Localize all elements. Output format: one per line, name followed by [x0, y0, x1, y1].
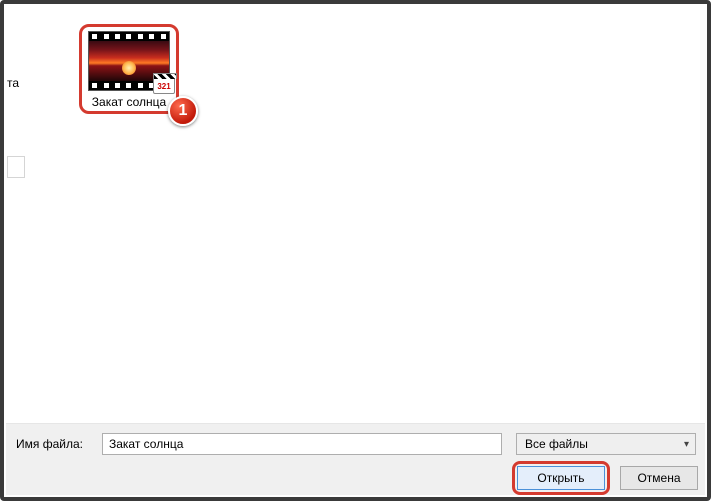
cancel-button[interactable]: Отмена — [620, 466, 698, 490]
file-type-filter-label: Все файлы — [525, 437, 588, 451]
file-name-label: Закат солнца — [88, 95, 170, 109]
sun-icon — [122, 61, 136, 75]
dialog-bottom-panel: Имя файла: Все файлы ▾ Открыть Отмена — [6, 423, 705, 495]
file-type-filter[interactable]: Все файлы ▾ — [516, 433, 696, 455]
filename-input[interactable] — [102, 433, 502, 455]
annotation-marker-1: 1 — [168, 96, 198, 126]
filename-label: Имя файла: — [6, 437, 102, 451]
video-thumbnail: 321 — [88, 31, 170, 91]
file-item[interactable]: 321 Закат солнца — [74, 24, 184, 114]
open-button-highlight: Открыть — [512, 461, 610, 495]
left-panel-stub — [7, 156, 25, 178]
left-truncated-text: та — [7, 76, 19, 90]
file-list-area[interactable]: 321 Закат солнца — [74, 24, 184, 114]
media-player-badge: 321 — [153, 76, 175, 94]
open-file-dialog: та 321 Закат солнца 1 — [0, 0, 711, 501]
filmstrip-top — [89, 32, 169, 41]
chevron-down-icon: ▾ — [684, 439, 689, 450]
selection-highlight: 321 Закат солнца — [79, 24, 179, 114]
open-button[interactable]: Открыть — [517, 466, 605, 490]
